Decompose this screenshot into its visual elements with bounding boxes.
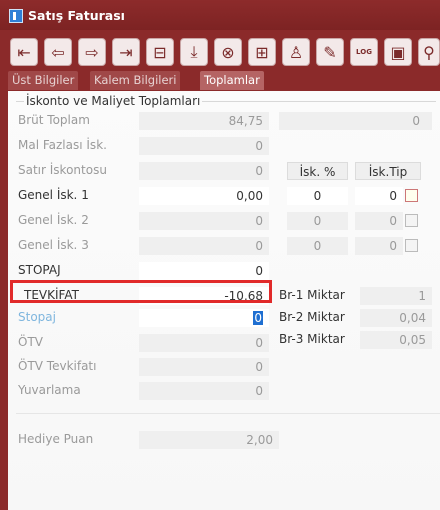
toolbar: ⇤ ⇦ ⇨ ⇥ ⊟ ⤓ ⊗ ⊞ ♙ ✎ LOG ▣ ⚲ [0, 30, 440, 70]
otv-label: ÖTV [18, 335, 43, 349]
user-button[interactable]: ♙ [282, 38, 310, 66]
document-button[interactable]: ▣ [384, 38, 412, 66]
divider [16, 413, 440, 414]
genel-isk-2-tip-field[interactable]: 0 [355, 212, 403, 230]
br3-miktar-label: Br-3 Miktar [279, 332, 345, 346]
genel-isk-1-field[interactable]: 0,00 [139, 187, 269, 205]
group-title: İskonto ve Maliyet Toplamları [24, 94, 203, 108]
plus-box-icon: ⊞ [255, 42, 269, 62]
app-logo-icon [9, 9, 23, 23]
brut-toplam-right-field[interactable]: 0 [279, 112, 432, 130]
genel-isk-2-label: Genel İsk. 2 [18, 213, 89, 227]
br3-miktar-field[interactable]: 0,05 [360, 331, 432, 349]
satir-iskontosu-label: Satır İskontosu [18, 163, 107, 177]
tab-toplamlar[interactable]: Toplamlar [200, 71, 264, 90]
otv-tevkifati-field[interactable]: 0 [139, 358, 269, 376]
brut-toplam-label: Brüt Toplam [18, 113, 90, 127]
tevkifat-highlight-box [10, 280, 272, 303]
genel-isk-2-tip-icon[interactable] [405, 214, 418, 227]
previous-record-button[interactable]: ⇦ [44, 38, 72, 66]
stopaj-upper-label: STOPAJ [18, 263, 61, 277]
user-icon: ♙ [288, 42, 304, 62]
hediye-puan-label: Hediye Puan [18, 432, 94, 446]
isk-tip-header: İsk.Tip [355, 162, 421, 180]
title-bar: Satış Faturası [0, 0, 440, 30]
edit-button[interactable]: ✎ [316, 38, 344, 66]
first-record-button[interactable]: ⇤ [10, 38, 38, 66]
otv-tevkifati-label: ÖTV Tevkifatı [18, 359, 97, 373]
genel-isk-1-tip-icon[interactable] [405, 189, 418, 202]
genel-isk-1-pct-field[interactable]: 0 [287, 187, 348, 205]
genel-isk-3-tip-field[interactable]: 0 [355, 237, 403, 255]
previous-record-icon: ⇦ [51, 42, 65, 62]
mal-fazlasi-label: Mal Fazlası İsk. [18, 138, 107, 152]
next-record-icon: ⇨ [85, 42, 99, 62]
tab-ust-bilgiler[interactable]: Üst Bilgiler [8, 71, 79, 90]
genel-isk-2-pct-field[interactable]: 0 [287, 212, 348, 230]
last-record-button[interactable]: ⇥ [112, 38, 140, 66]
hediye-puan-field[interactable]: 2,00 [139, 431, 279, 449]
brut-toplam-field[interactable]: 84,75 [139, 112, 269, 130]
stopaj-value-selected: 0 [253, 311, 263, 325]
genel-isk-3-tip-icon[interactable] [405, 239, 418, 252]
log-button[interactable]: LOG [350, 38, 378, 66]
yuvarlama-field[interactable]: 0 [139, 382, 269, 400]
satir-iskontosu-field[interactable]: 0 [139, 162, 269, 180]
next-record-button[interactable]: ⇨ [78, 38, 106, 66]
genel-isk-1-tip-field[interactable]: 0 [355, 187, 403, 205]
stopaj-upper-field[interactable]: 0 [139, 262, 269, 280]
stopaj-field[interactable]: 0 [139, 309, 269, 327]
otv-field[interactable]: 0 [139, 334, 269, 352]
minus-button[interactable]: ⊟ [146, 38, 174, 66]
window-title: Satış Faturası [28, 8, 125, 23]
mal-fazlasi-field[interactable]: 0 [139, 137, 269, 155]
br1-miktar-label: Br-1 Miktar [279, 288, 345, 302]
br1-miktar-field[interactable]: 1 [360, 287, 432, 305]
minus-box-icon: ⊟ [153, 42, 167, 62]
first-record-icon: ⇤ [17, 42, 31, 62]
cancel-circle-icon: ⊗ [221, 42, 235, 62]
tab-kalem-bilgileri[interactable]: Kalem Bilgileri [90, 71, 181, 90]
stopaj-link[interactable]: Stopaj [18, 310, 56, 324]
cancel-button[interactable]: ⊗ [214, 38, 242, 66]
download-button[interactable]: ⤓ [180, 38, 208, 66]
add-button[interactable]: ⊞ [248, 38, 276, 66]
document-icon: ▣ [390, 42, 406, 62]
genel-isk-3-pct-field[interactable]: 0 [287, 237, 348, 255]
last-record-icon: ⇥ [119, 42, 133, 62]
genel-isk-3-label: Genel İsk. 3 [18, 238, 89, 252]
tab-bar: Üst Bilgiler Kalem Bilgileri Toplamlar [0, 71, 440, 90]
br2-miktar-label: Br-2 Miktar [279, 310, 345, 324]
isk-pct-header: İsk. % [287, 162, 348, 180]
yuvarlama-label: Yuvarlama [18, 383, 81, 397]
log-icon: LOG [356, 48, 372, 56]
pencil-icon: ✎ [323, 42, 337, 62]
genel-isk-2-field[interactable]: 0 [139, 212, 269, 230]
download-icon: ⤓ [190, 42, 198, 61]
genel-isk-1-label: Genel İsk. 1 [18, 188, 89, 202]
window-frame: Satış Faturası ⇤ ⇦ ⇨ ⇥ ⊟ ⤓ ⊗ ⊞ ♙ ✎ LOG ▣… [0, 0, 440, 510]
link-icon: ⚲ [423, 42, 435, 62]
link-button[interactable]: ⚲ [418, 38, 440, 66]
genel-isk-3-field[interactable]: 0 [139, 237, 269, 255]
br2-miktar-field[interactable]: 0,04 [360, 309, 432, 327]
